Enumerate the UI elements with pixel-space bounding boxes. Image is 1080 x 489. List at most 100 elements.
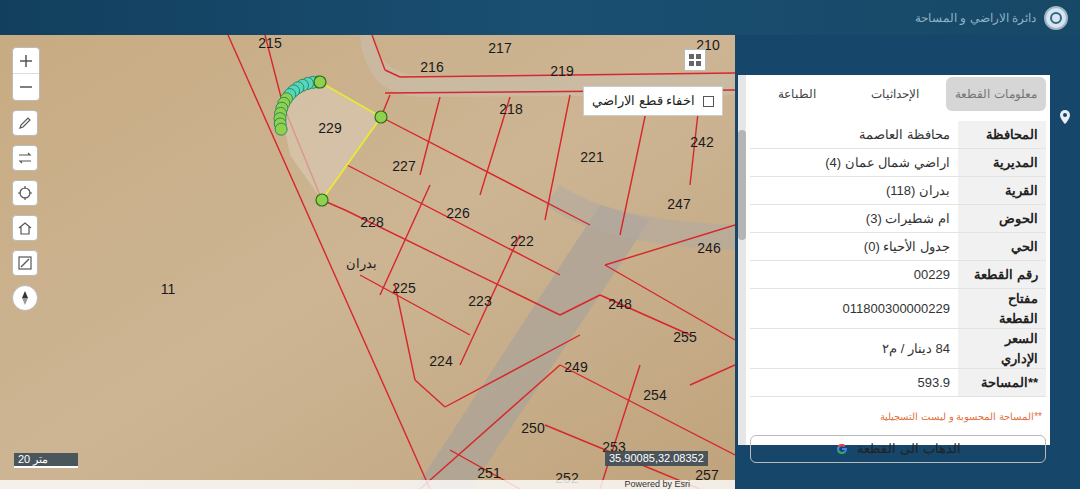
info-label-cell: **المساحة <box>958 369 1046 396</box>
info-label: السعر الإداري <box>966 329 1038 368</box>
info-label: **المساحة <box>981 373 1038 393</box>
info-row: رقم القطعة 00229 <box>750 261 1046 289</box>
scrollbar[interactable] <box>738 75 746 445</box>
info-value: بدران (118) <box>886 181 950 201</box>
info-row: الحي جدول الأحياء (0) <box>750 233 1046 261</box>
parcel-label[interactable]: 216 <box>420 59 444 75</box>
info-value: 011800300000229 <box>843 299 951 319</box>
map[interactable]: 2152172102162192182292422212272472282262… <box>0 35 735 489</box>
attribution-bar: Powered by Esri <box>0 480 735 489</box>
parcel-label[interactable]: 255 <box>673 329 697 345</box>
info-label: القرية <box>1005 181 1038 201</box>
swap-icon[interactable] <box>12 145 38 171</box>
attribution: Powered by Esri <box>624 480 690 489</box>
parcel-label[interactable]: 247 <box>667 196 691 212</box>
parcel-label[interactable]: 226 <box>446 205 470 221</box>
zoom-out-icon[interactable] <box>13 74 39 100</box>
parcel-label[interactable]: 246 <box>697 240 721 256</box>
parcel-label[interactable]: 218 <box>499 101 523 117</box>
info-label: الحي <box>1011 237 1038 257</box>
parcel-label[interactable]: 219 <box>550 63 574 79</box>
parcel-label[interactable]: 250 <box>521 420 545 436</box>
info-value: جدول الأحياء (0) <box>864 237 950 257</box>
scale-label: 20 متر <box>18 454 48 465</box>
info-label-cell: مفتاح القطعة <box>958 289 1046 328</box>
info-label: المديرية <box>993 153 1038 173</box>
zoom-in-icon[interactable] <box>13 48 39 74</box>
info-table: المحافظة محافظة العاصمة المديرية اراضي شمال… <box>750 121 1046 397</box>
layer-checkbox[interactable] <box>703 96 714 107</box>
info-label-cell: المحافظة <box>958 121 1046 148</box>
tab-label: الطباعة <box>778 85 816 103</box>
tab-label: الإحداثيات <box>871 85 919 103</box>
info-value: ام شطيرات (3) <box>866 209 950 229</box>
side-strip <box>1050 75 1080 489</box>
info-value-cell: 593.9 <box>750 369 958 396</box>
parcel-label[interactable]: 228 <box>360 214 384 230</box>
parcel-label[interactable]: 229 <box>318 120 342 136</box>
info-panel: معلومات القطعة الإحداثيات الطباعة المحافظة… <box>735 35 1080 489</box>
parcel-label[interactable]: 217 <box>488 40 512 56</box>
info-value-cell: جدول الأحياء (0) <box>750 233 958 260</box>
parcel-label[interactable]: 251 <box>477 465 501 481</box>
parcel-label[interactable]: 225 <box>392 280 416 296</box>
locate-icon[interactable] <box>12 180 38 206</box>
measure-icon[interactable] <box>12 250 38 276</box>
info-label-cell: الحي <box>958 233 1046 260</box>
info-value-cell: اراضي شمال عمان (4) <box>750 149 958 176</box>
parcel-label[interactable]: 249 <box>564 359 588 375</box>
pencil-icon[interactable] <box>12 110 38 136</box>
location-pin-icon[interactable] <box>1060 110 1070 124</box>
parcel-label[interactable]: 224 <box>429 353 453 369</box>
parcel-label[interactable]: 215 <box>258 35 282 51</box>
basemap-icon[interactable] <box>684 49 706 71</box>
layer-toggle[interactable]: اخفاء قطع الاراضي <box>583 86 723 116</box>
info-label-cell: المديرية <box>958 149 1046 176</box>
info-row: الحوض ام شطيرات (3) <box>750 205 1046 233</box>
info-label-cell: رقم القطعة <box>958 261 1046 288</box>
info-value-cell: محافظة العاصمة <box>750 121 958 148</box>
home-icon[interactable] <box>12 215 38 241</box>
map-toolbar <box>12 47 40 311</box>
coordinates: 35.90085,32.08352 <box>609 453 704 464</box>
parcel-highlight[interactable] <box>274 76 387 206</box>
coordinates-box: 35.90085,32.08352 <box>605 451 708 466</box>
panel-tab[interactable]: الإحداثيات <box>848 77 942 111</box>
info-value: اراضي شمال عمان (4) <box>825 153 950 173</box>
info-label-cell: السعر الإداري <box>958 329 1046 368</box>
parcel-label[interactable]: 11 <box>161 281 176 297</box>
info-label: مفتاح القطعة <box>966 289 1038 328</box>
area-label: بدران <box>346 256 377 272</box>
info-label-cell: الحوض <box>958 205 1046 232</box>
layer-label: اخفاء قطع الاراضي <box>592 91 695 111</box>
info-row: مفتاح القطعة 011800300000229 <box>750 289 1046 329</box>
info-row: المديرية اراضي شمال عمان (4) <box>750 149 1046 177</box>
parcel-label[interactable]: 223 <box>468 293 492 309</box>
info-row: **المساحة 593.9 <box>750 369 1046 397</box>
panel-tab[interactable]: الطباعة <box>750 77 844 111</box>
tab-label: معلومات القطعة <box>955 85 1036 103</box>
parcel-label[interactable]: 221 <box>580 149 604 165</box>
info-value-cell: بدران (118) <box>750 177 958 204</box>
info-label: رقم القطعة <box>974 265 1038 285</box>
parcel-label[interactable]: 254 <box>643 387 667 403</box>
parcel-label[interactable]: 227 <box>392 158 416 174</box>
scale-bar: 20 متر <box>14 453 78 468</box>
info-label: الحوض <box>999 209 1038 229</box>
info-value: 00229 <box>914 265 950 285</box>
info-value: محافظة العاصمة <box>859 125 950 145</box>
logo-icon[interactable] <box>1044 6 1068 30</box>
info-value: 84 دينار / م٢ <box>882 339 950 359</box>
go-to-parcel-button[interactable]: الذهاب الى القطعة <box>750 435 1046 463</box>
area-note: **المساحة المحسوبة و ليست التسجيلية <box>880 411 1042 422</box>
info-row: السعر الإداري 84 دينار / م٢ <box>750 329 1046 369</box>
info-value-cell: 011800300000229 <box>750 289 958 328</box>
compass-icon[interactable] <box>12 285 38 311</box>
google-icon <box>835 442 849 456</box>
parcel-label[interactable]: 242 <box>690 134 714 150</box>
panel-tab[interactable]: معلومات القطعة <box>946 77 1046 111</box>
parcel-label[interactable]: 248 <box>608 296 632 312</box>
parcel-label[interactable]: 222 <box>510 233 534 249</box>
info-row: القرية بدران (118) <box>750 177 1046 205</box>
info-label: المحافظة <box>986 125 1038 145</box>
